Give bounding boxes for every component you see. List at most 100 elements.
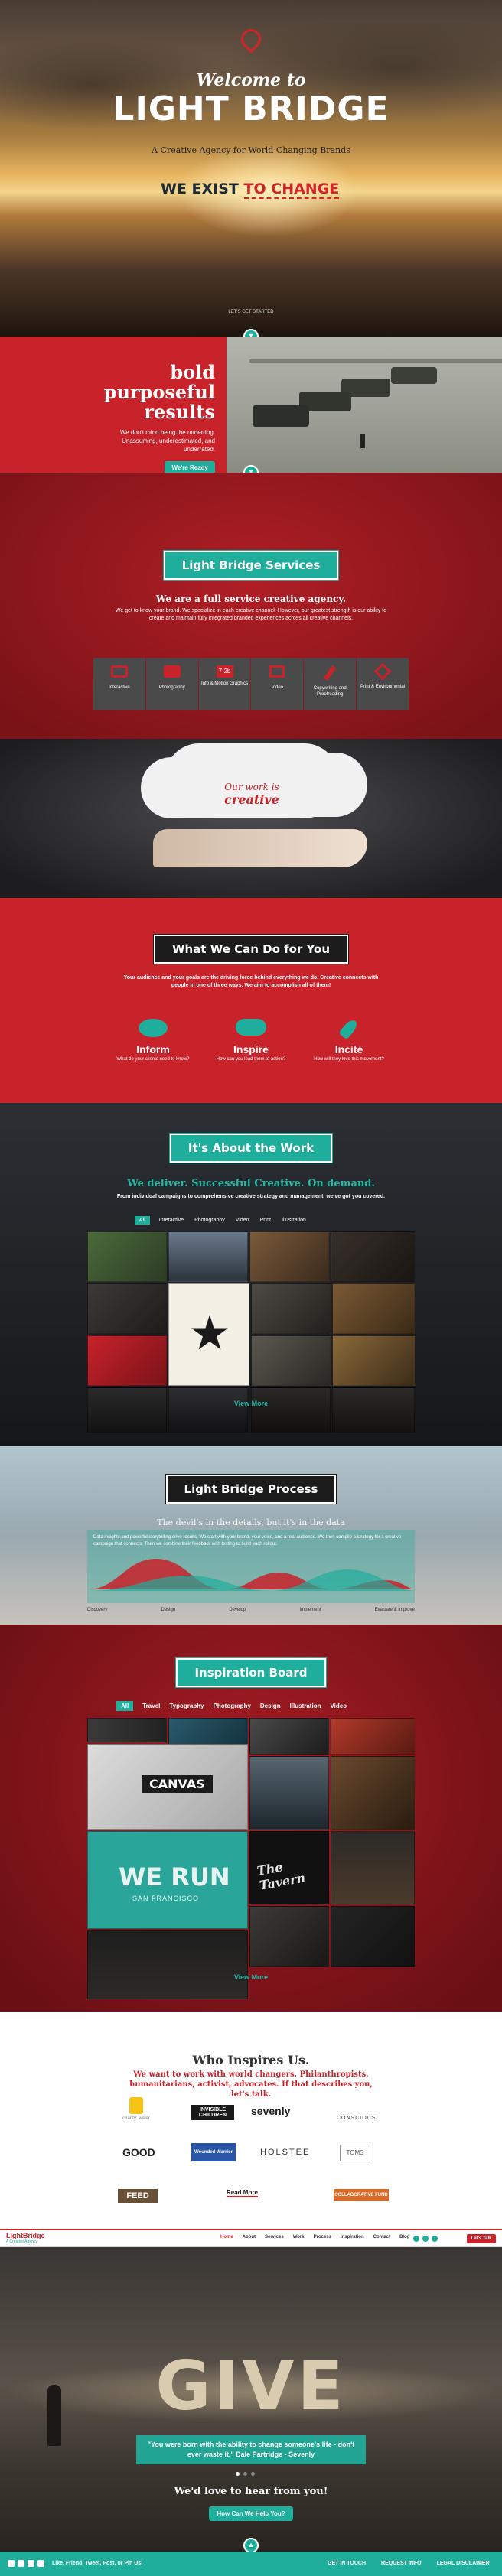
work-tile[interactable]: [87, 1231, 167, 1282]
logo-good[interactable]: GOOD: [122, 2146, 155, 2158]
nav-contact[interactable]: Contact: [373, 2235, 390, 2239]
insp-tile[interactable]: [87, 1718, 167, 1742]
insp-filter-photography[interactable]: Photography: [214, 1701, 251, 1711]
insp-view-more[interactable]: View More: [0, 1973, 502, 1981]
work-tile[interactable]: [87, 1283, 167, 1334]
inspires-body: We want to work with world changers. Phi…: [129, 2070, 373, 2099]
logo-charity-water[interactable]: charity: water: [115, 2097, 158, 2128]
service-copywriting[interactable]: Copywriting and Proofreading: [304, 658, 357, 710]
insp-tavern-title: The Tavern: [256, 1859, 307, 1893]
logo-collaborative-fund[interactable]: COLLABORATIVE FUND: [334, 2189, 389, 2201]
work-filter-print[interactable]: Print: [259, 1216, 272, 1225]
nav-inspiration[interactable]: Inspiration: [341, 2235, 364, 2239]
insp-filter-design[interactable]: Design: [260, 1701, 281, 1711]
work-tile[interactable]: [332, 1335, 415, 1386]
footer-request-link[interactable]: REQUEST INFO: [381, 2561, 422, 2566]
work-filter-interactive[interactable]: Interactive: [158, 1216, 185, 1225]
insp-tile-canvas[interactable]: CANVAS: [87, 1744, 248, 1830]
insp-tile[interactable]: [331, 1718, 415, 1755]
logo-invisible-children[interactable]: INVISIBLE CHILDREN: [191, 2105, 234, 2120]
read-more-button[interactable]: Read More: [227, 2189, 258, 2197]
insp-tile[interactable]: [87, 1930, 248, 1999]
service-photography[interactable]: Photography: [145, 658, 198, 710]
monitor-icon: [110, 665, 128, 678]
insp-filter-all[interactable]: All: [116, 1701, 134, 1711]
logo-conscious[interactable]: CONSCIOUS: [337, 2116, 376, 2121]
insp-filter-travel[interactable]: Travel: [142, 1701, 160, 1711]
facebook-icon[interactable]: [8, 2560, 15, 2567]
work-tile[interactable]: [331, 1231, 415, 1282]
rocket-icon: [338, 1017, 360, 1040]
work-tile[interactable]: [251, 1387, 331, 1433]
up-arrow-icon[interactable]: ▴: [243, 2538, 259, 2552]
nav-process[interactable]: Process: [314, 2235, 331, 2239]
work-tile[interactable]: [332, 1283, 415, 1334]
work-tile[interactable]: [87, 1387, 167, 1433]
footer-contact-link[interactable]: GET IN TOUCH: [328, 2561, 366, 2566]
vimeo-icon[interactable]: [37, 2560, 44, 2567]
hero-scroll-label[interactable]: LET'S GET STARTED: [0, 310, 502, 314]
footer-legal-link[interactable]: LEGAL DISCLAIMER: [437, 2561, 490, 2566]
logo-wounded-warrior[interactable]: Wounded Warrior: [191, 2143, 236, 2161]
nav-cta-button[interactable]: Let's Talk: [467, 2234, 496, 2243]
tag-icon: [373, 662, 392, 681]
service-print[interactable]: Print & Environmental: [357, 658, 409, 710]
instagram-icon[interactable]: [432, 2236, 438, 2242]
logo-feed[interactable]: FEED: [118, 2189, 158, 2203]
footer-social-text: Like, Friend, Tweet, Post, or Pin Us!: [52, 2561, 143, 2566]
logo-sevenly[interactable]: sevenly: [251, 2105, 290, 2117]
slider-dot[interactable]: [236, 2472, 240, 2476]
insp-tile[interactable]: [331, 1906, 415, 1967]
down-arrow-icon[interactable]: ▾: [243, 329, 259, 337]
insp-filter-illustration[interactable]: Illustration: [290, 1701, 321, 1711]
logo-holstee[interactable]: HOLSTEE: [260, 2148, 310, 2157]
work-tile[interactable]: [168, 1231, 248, 1282]
work-tile[interactable]: [87, 1335, 167, 1386]
work-view-more[interactable]: View More: [0, 1400, 502, 1407]
facebook-icon[interactable]: [413, 2236, 419, 2242]
nav-blog[interactable]: Blog: [399, 2235, 409, 2239]
insp-tile[interactable]: [331, 1756, 415, 1830]
work-section: It's About the Work We deliver. Successf…: [0, 1103, 502, 1446]
nav-home[interactable]: Home: [220, 2235, 233, 2239]
process-step[interactable]: Develop: [229, 1608, 246, 1612]
process-step[interactable]: Design: [161, 1608, 175, 1612]
service-interactive[interactable]: Interactive: [93, 658, 145, 710]
slider-dot[interactable]: [251, 2472, 255, 2476]
work-filter-illustration[interactable]: Illustration: [280, 1216, 308, 1225]
logo-toms[interactable]: TOMS: [340, 2145, 370, 2161]
process-step[interactable]: Discovery: [87, 1608, 107, 1612]
work-tile[interactable]: [251, 1335, 331, 1386]
work-filter-photography[interactable]: Photography: [193, 1216, 227, 1225]
insp-tile-tavern[interactable]: The Tavern: [249, 1831, 329, 1904]
nav-logo[interactable]: LightBridge A Creative Agency: [6, 2232, 45, 2244]
nav-services[interactable]: Services: [265, 2235, 284, 2239]
insp-tile[interactable]: [249, 1718, 329, 1755]
insp-filter-video[interactable]: Video: [330, 1701, 347, 1711]
work-tile[interactable]: [332, 1387, 415, 1433]
process-step[interactable]: Evaluate & Improve: [375, 1608, 415, 1612]
work-tile[interactable]: [251, 1283, 331, 1334]
process-step[interactable]: Implement: [299, 1608, 321, 1612]
insp-tile[interactable]: [249, 1906, 329, 1967]
insp-tile[interactable]: [249, 1756, 329, 1830]
nav-about[interactable]: About: [243, 2235, 256, 2239]
service-motion[interactable]: 7.2b Info & Motion Graphics: [198, 658, 251, 710]
service-video[interactable]: Video: [251, 658, 304, 710]
pinterest-icon[interactable]: [18, 2560, 24, 2567]
twitter-icon[interactable]: [422, 2236, 429, 2242]
work-filter-video[interactable]: Video: [234, 1216, 251, 1225]
insp-tile-werun[interactable]: WE RUN SAN FRANCISCO: [87, 1831, 248, 1929]
inspiration-grid: CANVAS WE RUN SAN FRANCISCO The Tavern: [87, 1718, 415, 2001]
insp-tile[interactable]: [331, 1831, 415, 1904]
twitter-icon[interactable]: [28, 2560, 34, 2567]
help-button[interactable]: How Can We Help You?: [209, 2506, 293, 2521]
work-tile[interactable]: [168, 1387, 248, 1433]
nav-work[interactable]: Work: [293, 2235, 305, 2239]
work-tile[interactable]: [249, 1231, 329, 1282]
ready-button[interactable]: We're Ready: [165, 461, 215, 473]
work-tile-featured[interactable]: [168, 1283, 249, 1386]
work-filter-all[interactable]: All: [135, 1216, 150, 1225]
insp-filter-typography[interactable]: Typography: [169, 1701, 204, 1711]
slider-dot[interactable]: [243, 2472, 247, 2476]
